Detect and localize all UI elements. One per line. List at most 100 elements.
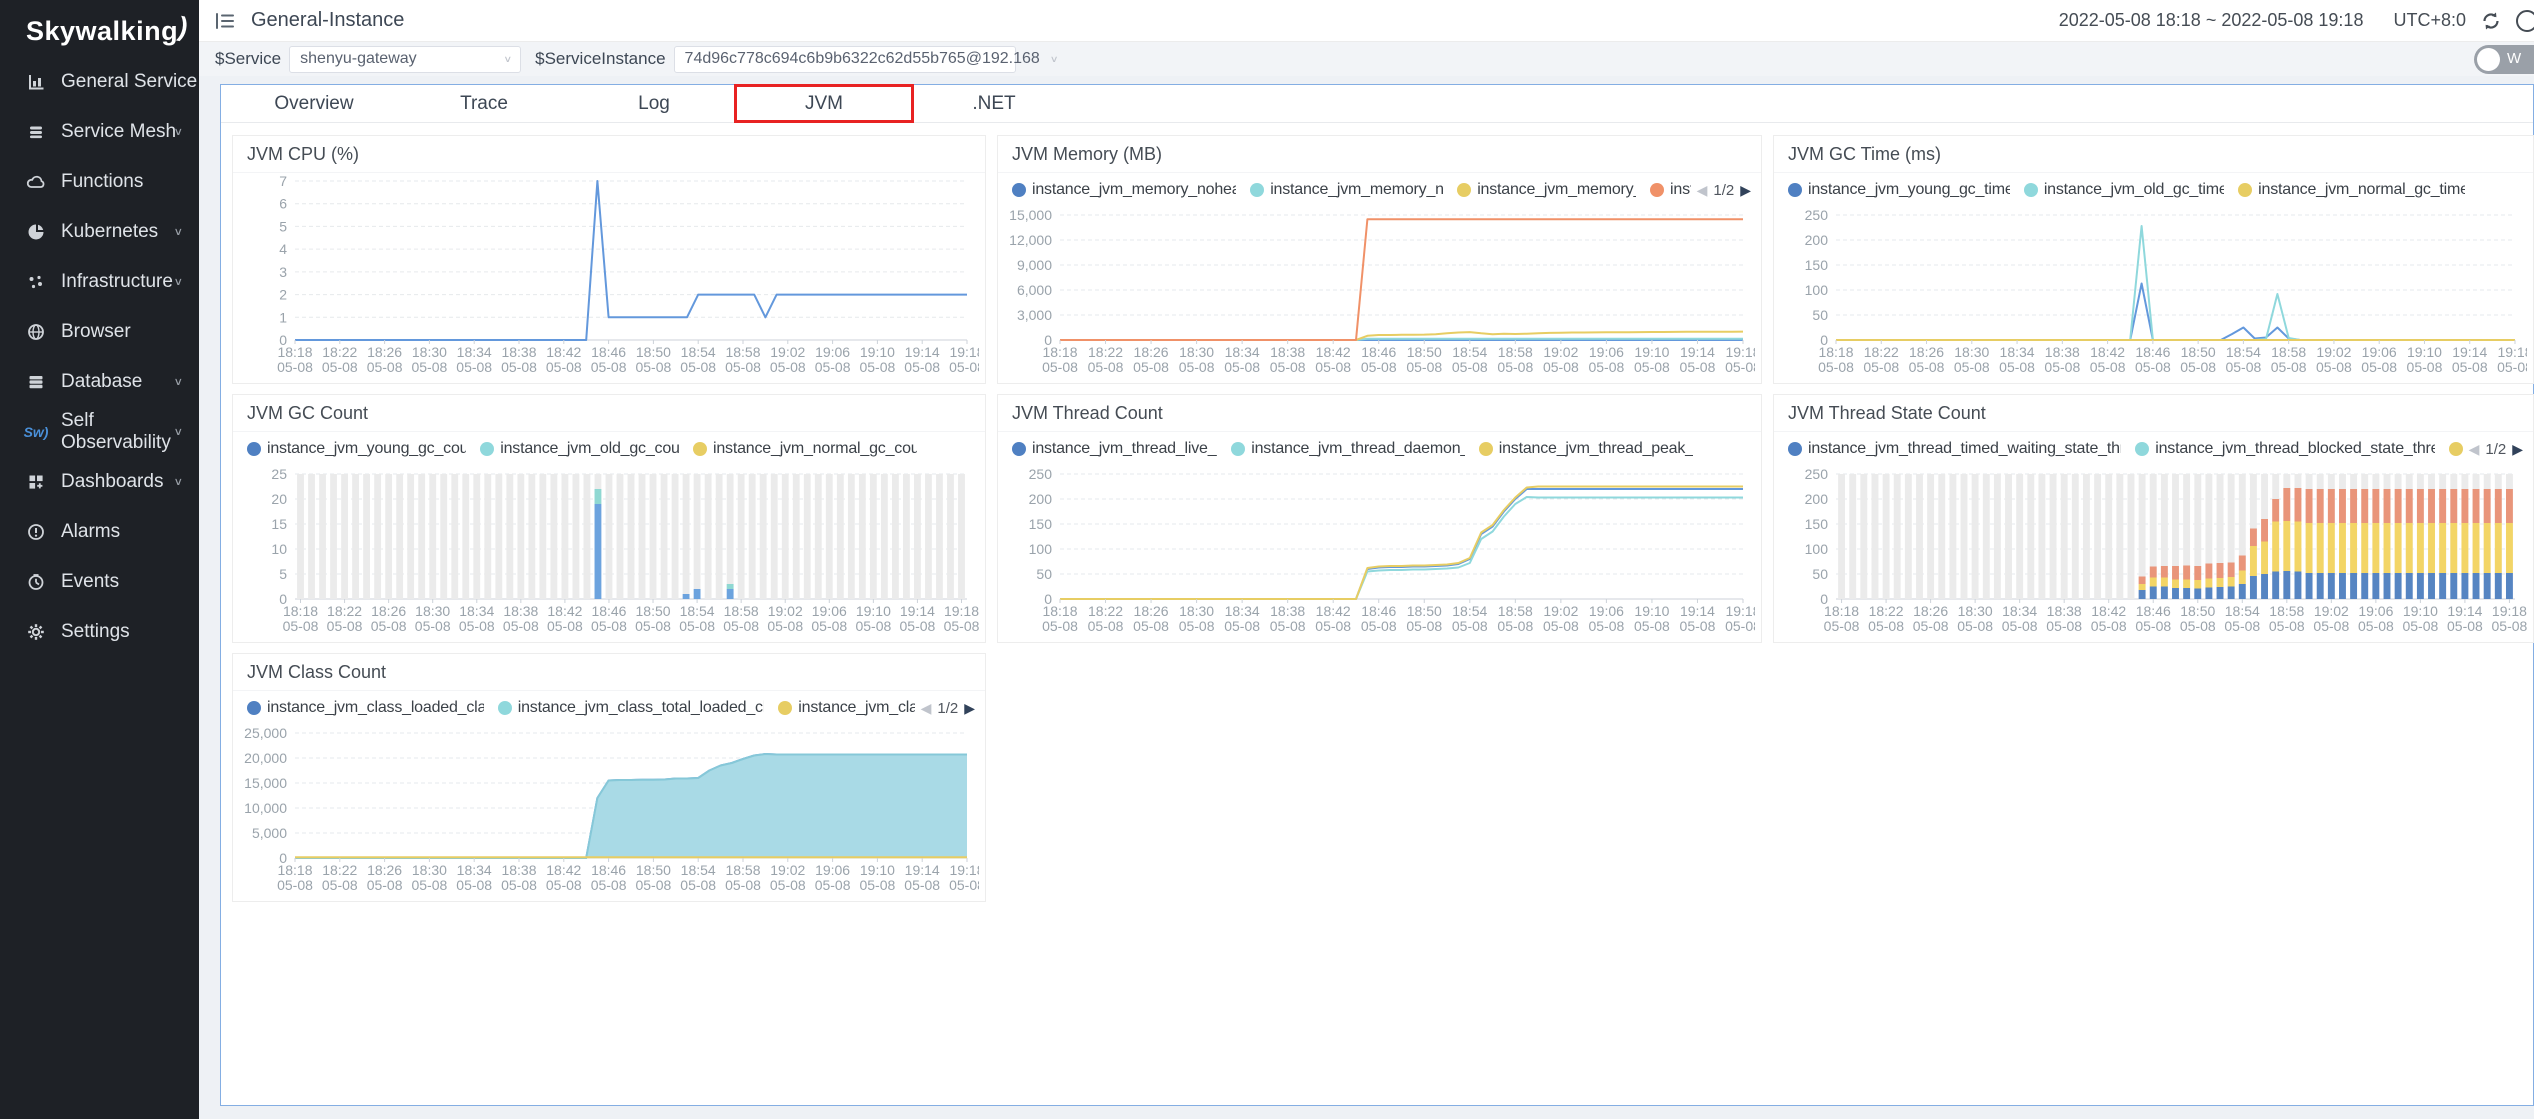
legend-item[interactable]: instance_jvm_class_to	[778, 699, 917, 717]
svg-text:18:46: 18:46	[1361, 344, 1396, 360]
service-instance-select[interactable]: 74d96c778c694c6b9b6322c62d55b765@192.168…	[674, 46, 1016, 73]
svg-text:18:46: 18:46	[591, 344, 626, 360]
legend-next-page-icon[interactable]: ▶	[964, 700, 975, 717]
sidebar-item-general-service[interactable]: General Service	[0, 57, 199, 107]
legend-item[interactable]: instance_jvm_normal_gc_time	[2238, 181, 2465, 199]
svg-text:18:50: 18:50	[1407, 344, 1442, 360]
svg-text:10: 10	[271, 541, 287, 557]
chart-panel-jvm-thread-count: JVM Thread Count instance_jvm_thread_liv…	[997, 394, 1762, 643]
legend-item[interactable]: instance_jvm_normal_gc_count	[693, 440, 917, 458]
svg-text:18:42: 18:42	[1316, 344, 1351, 360]
svg-text:18:22: 18:22	[322, 862, 357, 878]
sidebar-item-alarms[interactable]: Alarms	[0, 507, 199, 557]
legend-item[interactable]: instance_jvm_memory_heap	[1457, 181, 1636, 199]
legend-item[interactable]: instance_jvm_memory_noheap_max	[1012, 181, 1236, 199]
cloud-icon	[25, 172, 47, 192]
chart-plot: 05010015020025018:1805-0818:2205-0818:26…	[1004, 466, 1755, 635]
legend-page-indicator: 1/2	[937, 700, 958, 717]
svg-text:19:14: 19:14	[2447, 603, 2482, 619]
svg-text:19:02: 19:02	[2314, 603, 2349, 619]
legend-item[interactable]: instance_jvm_young_gc_count	[247, 440, 466, 458]
legend-item[interactable]: instance_jvm_memory_noheap	[1250, 181, 1443, 199]
sidebar-item-service-mesh[interactable]: Service Mesh ∨	[0, 107, 199, 157]
tab-overview[interactable]: Overview	[229, 93, 399, 115]
svg-text:18:42: 18:42	[2090, 344, 2125, 360]
tab-log[interactable]: Log	[569, 93, 739, 115]
svg-text:7: 7	[279, 173, 287, 189]
svg-text:05-08: 05-08	[277, 359, 313, 375]
svg-text:150: 150	[1029, 516, 1053, 532]
legend-item[interactable]: instance_jvm_thread_peak_count	[1479, 440, 1693, 458]
svg-text:19:10: 19:10	[2403, 603, 2438, 619]
legend-item[interactable]: instance_jvm_thread_timed_waiting_state_…	[1788, 440, 2121, 458]
legend-prev-page-icon[interactable]: ◀	[921, 700, 932, 717]
legend-item[interactable]: instance_jvm_old_gc_count	[480, 440, 679, 458]
sidebar-item-settings[interactable]: Settings	[0, 607, 199, 657]
svg-text:100: 100	[1805, 541, 1829, 557]
legend-next-page-icon[interactable]: ▶	[2512, 441, 2523, 458]
svg-text:05-08: 05-08	[679, 618, 715, 634]
sidebar-item-dashboards[interactable]: Dashboards ∨	[0, 457, 199, 507]
timezone-label[interactable]: UTC+8:0	[2393, 10, 2466, 31]
globe-icon	[25, 322, 47, 342]
svg-text:19:06: 19:06	[815, 862, 850, 878]
service-select[interactable]: shenyu-gateway ∨	[289, 46, 521, 73]
legend-item[interactable]: instance_jvm_thread_blocked_state_thread…	[2135, 440, 2435, 458]
sidebar-item-self-observability[interactable]: Sw) Self Observability ∨	[0, 407, 199, 457]
svg-text:18:26: 18:26	[367, 862, 402, 878]
legend-item[interactable]: instance_jvm_class_loaded_class_count	[247, 699, 484, 717]
sidebar-item-browser[interactable]: Browser	[0, 307, 199, 357]
svg-text:05-08: 05-08	[815, 877, 851, 893]
legend-next-page-icon[interactable]: ▶	[1740, 182, 1751, 199]
chart-title: JVM GC Time (ms)	[1774, 136, 2533, 173]
refresh-icon[interactable]	[2480, 10, 2502, 32]
svg-text:19:02: 19:02	[768, 603, 803, 619]
svg-text:05-08: 05-08	[2316, 359, 2352, 375]
sidebar-item-database[interactable]: Database ∨	[0, 357, 199, 407]
tab-dotnet[interactable]: .NET	[909, 93, 1079, 115]
sidebar-item-infrastructure[interactable]: Infrastructure ∨	[0, 257, 199, 307]
svg-text:05-08: 05-08	[2180, 618, 2216, 634]
legend-dot	[1788, 183, 1802, 197]
chart-title: JVM GC Count	[233, 395, 985, 432]
svg-text:05-08: 05-08	[546, 359, 582, 375]
svg-text:05-08: 05-08	[1957, 618, 1993, 634]
legend-item[interactable]: instance_jvm_class_total_loaded_class_co…	[498, 699, 765, 717]
svg-text:18:46: 18:46	[1361, 603, 1396, 619]
time-range-picker[interactable]: 2022-05-08 18:18 ~ 2022-05-08 19:18	[2059, 10, 2364, 31]
svg-text:05-08: 05-08	[283, 618, 319, 634]
svg-text:05-08: 05-08	[1634, 618, 1670, 634]
svg-text:18:30: 18:30	[415, 603, 450, 619]
svg-text:05-08: 05-08	[2180, 359, 2216, 375]
clock-icon[interactable]	[2516, 10, 2534, 32]
tab-trace[interactable]: Trace	[399, 93, 569, 115]
auto-refresh-toggle[interactable]: W	[2474, 45, 2534, 74]
legend-item[interactable]: instance_jvm_old_gc_time	[2024, 181, 2224, 199]
svg-text:19:10: 19:10	[856, 603, 891, 619]
svg-text:1: 1	[279, 309, 287, 325]
svg-text:18:58: 18:58	[1498, 344, 1533, 360]
sidebar-item-kubernetes[interactable]: Kubernetes ∨	[0, 207, 199, 257]
legend-dot	[693, 442, 707, 456]
svg-text:19:10: 19:10	[860, 344, 895, 360]
chart-plot: 05010015020025018:1805-0818:2205-0818:26…	[1780, 466, 2527, 635]
legend-pager: ◀1/2▶	[2463, 432, 2523, 466]
sidebar-item-label: Settings	[61, 621, 130, 643]
legend-item[interactable]: instance_jvm_thread_daemon_count	[1231, 440, 1465, 458]
legend-item[interactable]: instance_jvm_thread_live_count	[1012, 440, 1217, 458]
svg-text:05-08: 05-08	[2313, 618, 2349, 634]
legend-dot	[778, 701, 792, 715]
legend-prev-page-icon[interactable]: ◀	[1697, 182, 1708, 199]
svg-text:18:22: 18:22	[1869, 603, 1904, 619]
legend-item[interactable]: instance_jvm_young_gc_time	[1788, 181, 2010, 199]
sidebar-item-events[interactable]: Events	[0, 557, 199, 607]
legend-prev-page-icon[interactable]: ◀	[2469, 441, 2480, 458]
svg-text:05-08: 05-08	[2402, 618, 2438, 634]
svg-text:05-08: 05-08	[904, 359, 940, 375]
legend-item[interactable]: insta	[1650, 181, 1693, 199]
sidebar-fold-icon[interactable]	[213, 9, 237, 33]
svg-text:18:30: 18:30	[1179, 344, 1214, 360]
sidebar-item-functions[interactable]: Functions	[0, 157, 199, 207]
svg-text:05-08: 05-08	[1725, 618, 1755, 634]
tab-jvm[interactable]: JVM	[739, 93, 909, 115]
